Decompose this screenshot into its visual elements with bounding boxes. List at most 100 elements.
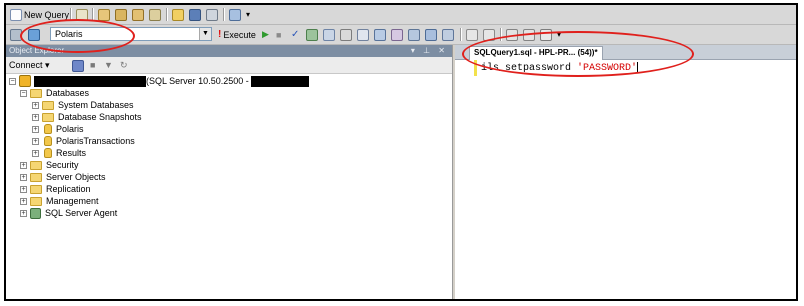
results-to-grid-button[interactable] — [425, 27, 437, 42]
query-tab[interactable]: SQLQuery1.sql - HPL-PR... (54))* — [469, 46, 603, 60]
results-to-file-button[interactable] — [442, 27, 454, 42]
expand-icon[interactable]: + — [20, 185, 27, 193]
tree-node-sql-server-agent[interactable]: + SQL Server Agent — [20, 207, 117, 219]
analysis-query-button[interactable] — [98, 7, 110, 22]
connect-button[interactable] — [10, 27, 22, 42]
query-code-line[interactable]: ils_setpassword 'PASSWORD' — [481, 62, 639, 75]
uncomment-icon — [483, 28, 495, 41]
tree-node-system-databases[interactable]: + System Databases — [32, 99, 134, 111]
comment-icon — [466, 28, 478, 41]
display-estimated-plan-button[interactable] — [306, 27, 318, 42]
connect-icon[interactable] — [56, 60, 68, 72]
connect-dropdown[interactable]: Connect ▾ — [9, 60, 50, 70]
tree-node-label: Replication — [46, 184, 91, 194]
new-query-icon — [10, 8, 22, 21]
open-folder-icon — [172, 8, 184, 21]
disconnect-icon[interactable] — [72, 60, 84, 72]
toolbar-options-button[interactable]: ▾ — [246, 7, 250, 22]
tree-node-server-objects[interactable]: + Server Objects — [20, 171, 106, 183]
open-file-button[interactable] — [172, 7, 184, 22]
filter-icon[interactable]: ▼ — [104, 57, 113, 73]
query-editor-text-area[interactable]: ils_setpassword 'PASSWORD' — [455, 60, 796, 299]
uncomment-button[interactable] — [483, 27, 495, 42]
db-engine-query-button[interactable] — [76, 7, 88, 22]
available-databases-select[interactable]: Polaris ▼ — [50, 27, 212, 41]
tree-node-label: Databases — [46, 88, 90, 98]
database-icon — [44, 148, 52, 158]
refresh-icon[interactable]: ↻ — [120, 57, 128, 73]
collapse-icon[interactable]: − — [20, 89, 27, 97]
include-actual-plan-button[interactable] — [374, 27, 386, 42]
expand-icon[interactable]: + — [32, 137, 39, 145]
tree-node-label: Server Objects — [46, 172, 106, 182]
tree-node-results[interactable]: + Results — [32, 147, 86, 159]
agent-icon — [30, 207, 41, 219]
results-to-text-button[interactable] — [408, 27, 420, 42]
tree-node-label: Results — [56, 148, 87, 158]
collapse-icon[interactable]: − — [9, 77, 16, 85]
specify-template-values-button[interactable] — [540, 27, 552, 42]
string-literal: 'PASSWORD' — [577, 63, 638, 75]
expand-icon[interactable]: + — [20, 197, 27, 205]
print-icon — [206, 8, 218, 21]
parse-button[interactable]: ✓ — [291, 27, 299, 42]
monitor-icon — [229, 8, 241, 21]
tree-node-polaris-transactions[interactable]: + PolarisTransactions — [32, 135, 135, 147]
client-statistics-button[interactable] — [391, 27, 403, 42]
connect-icon — [10, 28, 22, 41]
folder-icon — [42, 100, 54, 110]
tree-node-label: SQL Server Agent — [45, 208, 118, 218]
toolbar2-options-button[interactable]: ▾ — [557, 27, 561, 42]
intellisense-button[interactable] — [357, 27, 369, 42]
mdx-query-button[interactable] — [115, 7, 127, 22]
designer-icon — [323, 28, 335, 41]
stop-icon[interactable]: ■ — [90, 57, 95, 73]
chevron-down-icon: ▾ — [246, 10, 251, 19]
expand-icon[interactable]: + — [32, 113, 39, 121]
debug-button[interactable]: ▶ — [262, 27, 269, 42]
folder-icon — [30, 172, 42, 182]
tree-node-replication[interactable]: + Replication — [20, 183, 91, 195]
dmx-query-button[interactable] — [132, 7, 144, 22]
activity-monitor-button[interactable] — [229, 7, 241, 22]
print-button[interactable] — [206, 7, 218, 22]
tree-node-management[interactable]: + Management — [20, 195, 99, 207]
expand-icon[interactable]: + — [20, 161, 27, 169]
stop-icon: ■ — [276, 29, 282, 40]
folder-icon — [30, 184, 42, 194]
folder-icon — [30, 160, 42, 170]
object-explorer-tree: − (SQL Server 10.50.2500 - − Databases +… — [6, 75, 452, 299]
execute-button[interactable]: ! Execute — [218, 27, 256, 42]
tree-node-database-snapshots[interactable]: + Database Snapshots — [32, 111, 142, 123]
increase-indent-button[interactable] — [523, 27, 535, 42]
change-connection-button[interactable] — [28, 27, 40, 42]
file-results-icon — [442, 28, 454, 41]
tree-node-polaris[interactable]: + Polaris — [32, 123, 84, 135]
folder-icon — [42, 112, 54, 122]
save-button[interactable] — [189, 7, 201, 22]
comment-button[interactable] — [466, 27, 478, 42]
query-options-button[interactable] — [340, 27, 352, 42]
decrease-indent-button[interactable] — [506, 27, 518, 42]
new-query-button[interactable]: New Query — [10, 7, 69, 22]
document-tab-bar: SQLQuery1.sql - HPL-PR... (54))* — [455, 45, 796, 60]
expand-icon[interactable]: + — [20, 173, 27, 181]
chevron-down-icon: ▾ — [557, 30, 562, 39]
xmla-query-button[interactable] — [149, 7, 161, 22]
cube-icon — [98, 8, 110, 21]
expand-icon[interactable]: + — [20, 209, 27, 217]
panel-window-controls[interactable]: ▾ ⊥ ✕ — [411, 45, 448, 57]
cancel-query-button[interactable]: ■ — [276, 27, 281, 42]
tree-node-security[interactable]: + Security — [20, 159, 79, 171]
expand-icon[interactable]: + — [32, 125, 39, 133]
outdent-icon — [506, 28, 518, 41]
expand-icon[interactable]: + — [32, 101, 39, 109]
chevron-down-icon[interactable]: ▼ — [199, 28, 211, 40]
options-icon — [340, 28, 352, 41]
indent-icon — [523, 28, 535, 41]
template-icon — [540, 28, 552, 41]
server-node[interactable]: − (SQL Server 10.50.2500 - — [9, 75, 309, 87]
query-designer-button[interactable] — [323, 27, 335, 42]
expand-icon[interactable]: + — [32, 149, 39, 157]
tree-node-databases[interactable]: − Databases — [20, 87, 89, 99]
